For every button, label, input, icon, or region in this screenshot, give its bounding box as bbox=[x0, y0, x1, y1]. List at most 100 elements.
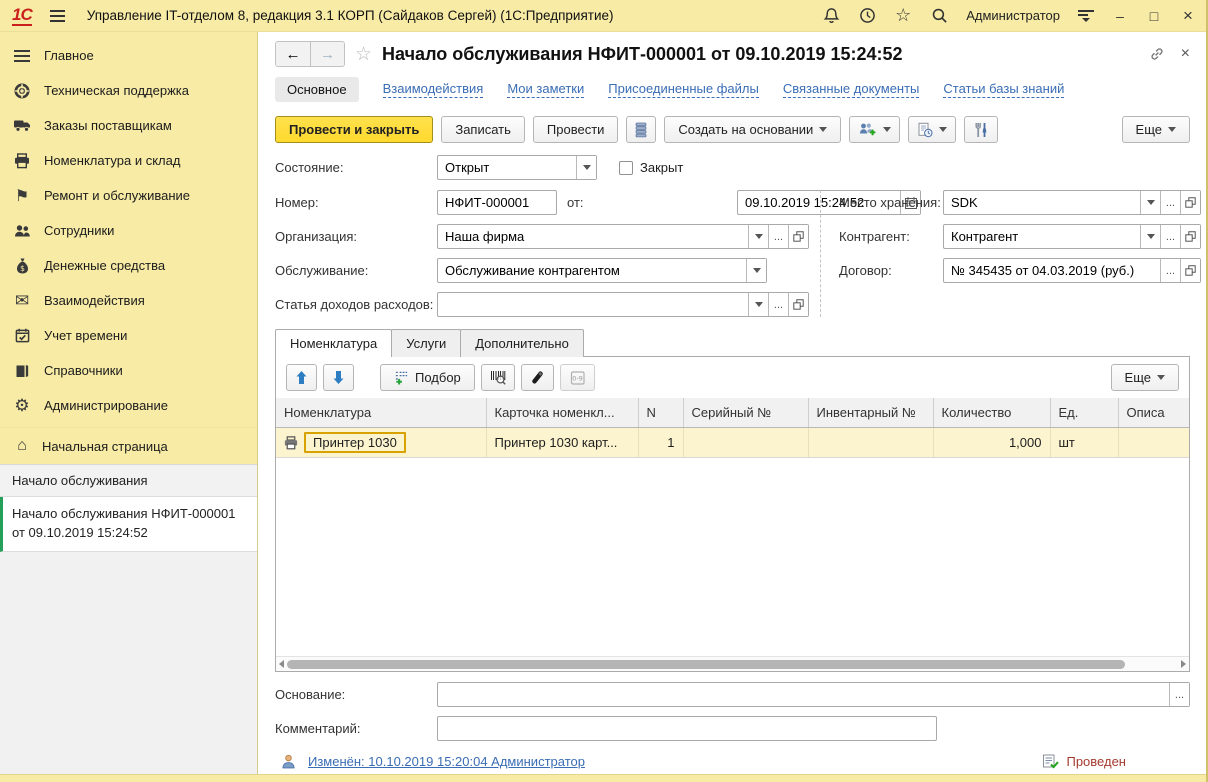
main-menu-icon[interactable] bbox=[50, 10, 65, 22]
income-item-field[interactable]: ... bbox=[437, 292, 809, 317]
col-inventory[interactable]: Инвентарный № bbox=[808, 398, 933, 428]
basis-field[interactable]: ... bbox=[437, 682, 1190, 707]
sidebar-item-supplier-orders[interactable]: Заказы поставщикам bbox=[0, 108, 257, 143]
document-register-records-button[interactable] bbox=[626, 116, 656, 143]
post-button[interactable]: Провести bbox=[533, 116, 619, 143]
scroll-left-icon[interactable] bbox=[279, 660, 284, 668]
reminder-button[interactable] bbox=[908, 116, 956, 143]
tab-attached-files[interactable]: Присоединенные файлы bbox=[608, 81, 759, 98]
window-tab-service-start-document[interactable]: Начало обслуживания НФИТ-000001 от 09.10… bbox=[0, 497, 257, 552]
dropdown-arrow-icon[interactable] bbox=[748, 293, 768, 316]
col-unit[interactable]: Ед. bbox=[1050, 398, 1118, 428]
closed-checkbox[interactable] bbox=[619, 161, 633, 175]
cell-nomenclature[interactable]: Принтер 1030 bbox=[276, 428, 486, 458]
modified-link[interactable]: Изменён: 10.10.2019 15:20:04 Администрат… bbox=[308, 754, 585, 769]
tab-additional[interactable]: Дополнительно bbox=[460, 329, 584, 357]
close-form-button[interactable]: × bbox=[1181, 45, 1190, 63]
choose-button[interactable]: ... bbox=[768, 293, 788, 316]
cell-n[interactable]: 1 bbox=[638, 428, 683, 458]
barcode-search-button[interactable] bbox=[481, 364, 515, 391]
back-button[interactable]: ← bbox=[276, 42, 310, 66]
minimize-button[interactable]: – bbox=[1112, 8, 1128, 24]
sidebar-item-tech-support[interactable]: Техническая поддержка bbox=[0, 73, 257, 108]
number-field[interactable] bbox=[437, 190, 557, 215]
dropdown-arrow-icon[interactable] bbox=[1140, 225, 1160, 248]
cell-unit[interactable]: шт bbox=[1050, 428, 1118, 458]
state-value[interactable] bbox=[438, 156, 576, 179]
dropdown-arrow-icon[interactable] bbox=[576, 156, 596, 179]
search-icon[interactable] bbox=[930, 7, 948, 25]
get-link-icon[interactable] bbox=[1149, 46, 1165, 62]
open-item-icon[interactable] bbox=[1180, 225, 1200, 248]
counterparty-field[interactable]: ... bbox=[943, 224, 1201, 249]
closed-checkbox-label[interactable]: Закрыт bbox=[640, 160, 683, 175]
sidebar-item-money[interactable]: $ Денежные средства bbox=[0, 248, 257, 283]
sidebar-item-time-tracking[interactable]: Учет времени bbox=[0, 318, 257, 353]
open-item-icon[interactable] bbox=[788, 293, 808, 316]
notifications-bell-icon[interactable] bbox=[822, 7, 840, 25]
sidebar-item-main[interactable]: Главное bbox=[0, 38, 257, 73]
open-item-icon[interactable] bbox=[788, 225, 808, 248]
horizontal-scrollbar[interactable] bbox=[276, 656, 1189, 671]
col-quantity[interactable]: Количество bbox=[933, 398, 1050, 428]
tab-services[interactable]: Услуги bbox=[391, 329, 461, 357]
tab-nomenclature[interactable]: Номенклатура bbox=[275, 329, 392, 357]
cell-quantity[interactable]: 1,000 bbox=[933, 428, 1050, 458]
choose-button[interactable]: ... bbox=[1169, 683, 1189, 706]
save-button[interactable]: Записать bbox=[441, 116, 525, 143]
choose-button[interactable]: ... bbox=[1160, 259, 1180, 282]
table-row[interactable]: Принтер 1030 Принтер 1030 карт... 1 1,00… bbox=[276, 428, 1189, 458]
cell-inventory[interactable] bbox=[808, 428, 933, 458]
col-card[interactable]: Карточка номенкл... bbox=[486, 398, 638, 428]
col-nomenclature[interactable]: Номенклатура bbox=[276, 398, 486, 428]
open-item-icon[interactable] bbox=[1180, 259, 1200, 282]
sidebar-item-nomenclature-warehouse[interactable]: Номенклатура и склад bbox=[0, 143, 257, 178]
tab-related-documents[interactable]: Связанные документы bbox=[783, 81, 920, 98]
col-serial[interactable]: Серийный № bbox=[683, 398, 808, 428]
window-tab-service-start-list[interactable]: Начало обслуживания bbox=[0, 465, 257, 497]
contract-field[interactable]: ... bbox=[943, 258, 1201, 283]
table-more-button[interactable]: Еще bbox=[1111, 364, 1179, 391]
close-window-button[interactable]: × bbox=[1180, 6, 1196, 26]
comment-field[interactable] bbox=[437, 716, 937, 741]
sidebar-item-repair-service[interactable]: ⚑ Ремонт и обслуживание bbox=[0, 178, 257, 213]
col-description[interactable]: Описа bbox=[1118, 398, 1189, 428]
choose-button[interactable]: ... bbox=[1160, 191, 1180, 214]
sidebar-item-employees[interactable]: Сотрудники bbox=[0, 213, 257, 248]
open-item-icon[interactable] bbox=[1180, 191, 1200, 214]
tools-button[interactable] bbox=[964, 116, 998, 143]
home-page-item[interactable]: ⌂ Начальная страница bbox=[0, 427, 257, 464]
history-icon[interactable] bbox=[858, 7, 876, 25]
tab-interactions[interactable]: Взаимодействия bbox=[383, 81, 484, 98]
move-down-button[interactable] bbox=[323, 364, 354, 391]
maximize-button[interactable]: □ bbox=[1146, 8, 1162, 24]
pick-button[interactable]: Подбор bbox=[380, 364, 475, 391]
add-favorite-star-icon[interactable]: ☆ bbox=[355, 43, 372, 66]
tab-knowledge-base[interactable]: Статьи базы знаний bbox=[943, 81, 1064, 98]
dropdown-arrow-icon[interactable] bbox=[1140, 191, 1160, 214]
tab-my-notes[interactable]: Мои заметки bbox=[507, 81, 584, 98]
choose-button[interactable]: ... bbox=[1160, 225, 1180, 248]
favorites-star-icon[interactable]: ☆ bbox=[894, 7, 912, 25]
organization-field[interactable]: ... bbox=[437, 224, 809, 249]
more-button[interactable]: Еще bbox=[1122, 116, 1190, 143]
sidebar-item-administration[interactable]: ⚙ Администрирование bbox=[0, 388, 257, 423]
post-and-close-button[interactable]: Провести и закрыть bbox=[275, 116, 433, 143]
focused-cell-value[interactable]: Принтер 1030 bbox=[304, 432, 406, 453]
current-user[interactable]: Администратор bbox=[966, 8, 1060, 23]
sidebar-item-directories[interactable]: Справочники bbox=[0, 353, 257, 388]
choose-button[interactable]: ... bbox=[768, 225, 788, 248]
scanner-device-button[interactable] bbox=[521, 364, 554, 391]
dropdown-arrow-icon[interactable] bbox=[746, 259, 766, 282]
sidebar-item-interactions[interactable]: ✉ Взаимодействия bbox=[0, 283, 257, 318]
scroll-right-icon[interactable] bbox=[1181, 660, 1186, 668]
state-select[interactable] bbox=[437, 155, 597, 180]
col-n[interactable]: N bbox=[638, 398, 683, 428]
tab-main[interactable]: Основное bbox=[275, 77, 359, 102]
cell-card[interactable]: Принтер 1030 карт... bbox=[486, 428, 638, 458]
user-settings-icon[interactable] bbox=[1078, 10, 1094, 22]
add-contact-button[interactable] bbox=[849, 116, 900, 143]
cell-description[interactable] bbox=[1118, 428, 1189, 458]
create-based-on-button[interactable]: Создать на основании bbox=[664, 116, 841, 143]
cell-serial[interactable] bbox=[683, 428, 808, 458]
